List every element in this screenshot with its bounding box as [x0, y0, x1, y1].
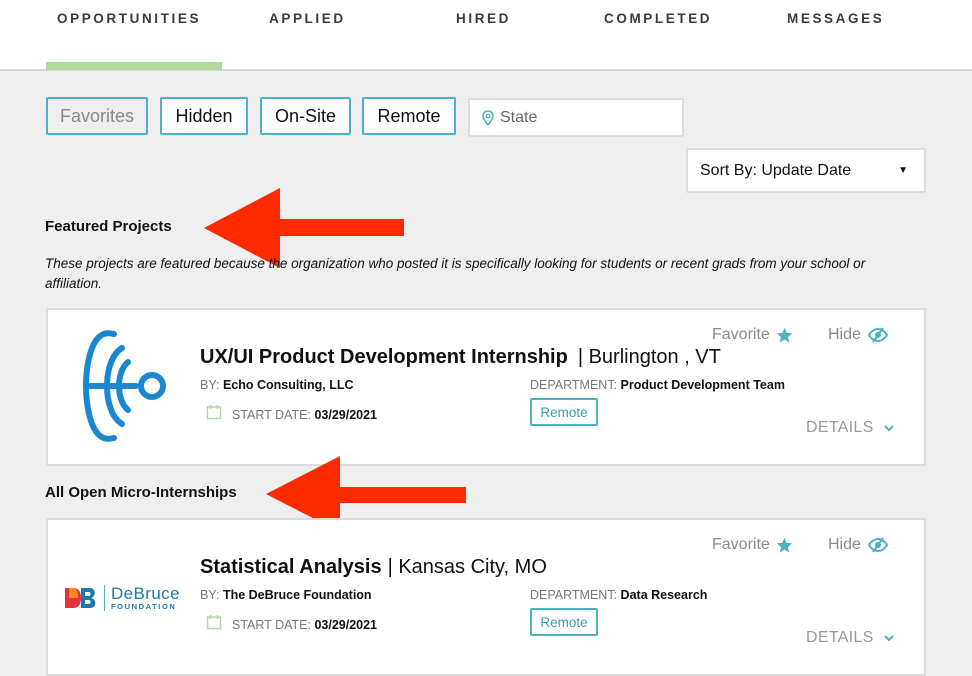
- logo-divider: [104, 585, 105, 611]
- department-line: DEPARTMENT: Data Research: [530, 588, 707, 602]
- project-title[interactable]: UX/UI Product Development Internship: [200, 346, 568, 368]
- organization-line: BY: Echo Consulting, LLC: [200, 378, 354, 392]
- project-card[interactable]: UX/UI Product Development Internship | Bu…: [46, 308, 926, 466]
- calendar-icon: [206, 615, 222, 630]
- project-title-row: UX/UI Product Development Internship | Bu…: [200, 346, 721, 369]
- project-location: | Burlington , VT: [577, 346, 721, 368]
- remote-tag[interactable]: Remote: [530, 398, 598, 426]
- by-label: BY:: [200, 588, 220, 602]
- organization-name: The DeBruce Foundation: [222, 588, 372, 602]
- hide-label: Hide: [828, 326, 861, 343]
- dropdown-caret-icon: ▼: [898, 165, 908, 176]
- project-title[interactable]: Statistical Analysis: [200, 556, 382, 578]
- start-date: START DATE: 03/29/2021: [232, 618, 377, 632]
- featured-projects-heading: Featured Projects: [45, 218, 172, 235]
- details-toggle[interactable]: DETAILS: [806, 629, 894, 647]
- by-label: BY:: [200, 378, 220, 392]
- project-title-row: Statistical Analysis | Kansas City, MO: [200, 556, 547, 579]
- start-date-label: START DATE:: [232, 618, 311, 632]
- department-label: DEPARTMENT:: [530, 378, 618, 392]
- sort-label: Sort By: Update Date: [700, 161, 852, 179]
- state-search-field[interactable]: [468, 98, 684, 137]
- start-date: START DATE: 03/29/2021: [232, 408, 377, 422]
- tab-opportunities[interactable]: OPPORTUNITIES: [57, 11, 201, 26]
- eye-slash-icon: [867, 537, 889, 553]
- details-label: DETAILS: [806, 419, 874, 436]
- map-pin-icon: [482, 109, 494, 126]
- department-line: DEPARTMENT: Product Development Team: [530, 378, 785, 392]
- organization-name: Echo Consulting, LLC: [222, 378, 354, 392]
- department-label: DEPARTMENT:: [530, 588, 618, 602]
- debruce-logo: DeBruce FOUNDATION: [64, 584, 188, 612]
- featured-description: These projects are featured because the …: [45, 256, 866, 291]
- project-card[interactable]: DeBruce FOUNDATION Statistical Analysis |…: [46, 518, 926, 676]
- department-value: Product Development Team: [620, 378, 785, 392]
- details-toggle[interactable]: DETAILS: [806, 419, 894, 437]
- tab-completed[interactable]: COMPLETED: [604, 11, 712, 26]
- tab-messages[interactable]: MESSAGES: [787, 11, 884, 26]
- hide-button[interactable]: Hide: [828, 536, 889, 554]
- calendar-icon: [206, 405, 222, 420]
- echo-consulting-logo: [83, 330, 166, 442]
- debruce-sub: FOUNDATION: [111, 602, 177, 612]
- state-input[interactable]: [500, 108, 660, 127]
- debruce-wordmark: DeBruce FOUNDATION: [111, 585, 180, 611]
- eye-slash-icon: [867, 327, 889, 343]
- all-open-heading: All Open Micro-Internships: [45, 484, 237, 501]
- sort-dropdown[interactable]: Sort By: Update Date ▼: [686, 148, 926, 193]
- remote-tag[interactable]: Remote: [530, 608, 598, 636]
- star-icon: [776, 537, 792, 553]
- organization-line: BY: The DeBruce Foundation: [200, 588, 372, 602]
- star-icon: [776, 327, 792, 343]
- hide-button[interactable]: Hide: [828, 326, 889, 344]
- onsite-filter-button[interactable]: On-Site: [260, 97, 351, 135]
- chevron-down-icon: [883, 634, 894, 641]
- start-date-value: 03/29/2021: [314, 618, 377, 632]
- hidden-filter-button[interactable]: Hidden: [160, 97, 248, 135]
- favorite-button[interactable]: Favorite: [712, 536, 793, 554]
- tab-hired[interactable]: HIRED: [456, 11, 511, 26]
- debruce-name: DeBruce: [111, 584, 180, 604]
- hide-label: Hide: [828, 536, 861, 553]
- department-value: Data Research: [620, 588, 708, 602]
- project-location: | Kansas City, MO: [387, 556, 547, 578]
- favorite-label: Favorite: [712, 326, 770, 343]
- start-date-value: 03/29/2021: [314, 408, 377, 422]
- tab-applied[interactable]: APPLIED: [269, 11, 346, 26]
- favorite-label: Favorite: [712, 536, 770, 553]
- top-tab-bar: OPPORTUNITIES APPLIED HIRED COMPLETED ME…: [0, 0, 972, 71]
- active-tab-indicator: [46, 62, 222, 70]
- debruce-db-mark: [65, 588, 96, 608]
- start-date-label: START DATE:: [232, 408, 311, 422]
- favorites-filter-button[interactable]: Favorites: [46, 97, 148, 135]
- favorite-button[interactable]: Favorite: [712, 326, 793, 344]
- remote-filter-button[interactable]: Remote: [362, 97, 456, 135]
- details-label: DETAILS: [806, 629, 874, 646]
- chevron-down-icon: [883, 424, 894, 431]
